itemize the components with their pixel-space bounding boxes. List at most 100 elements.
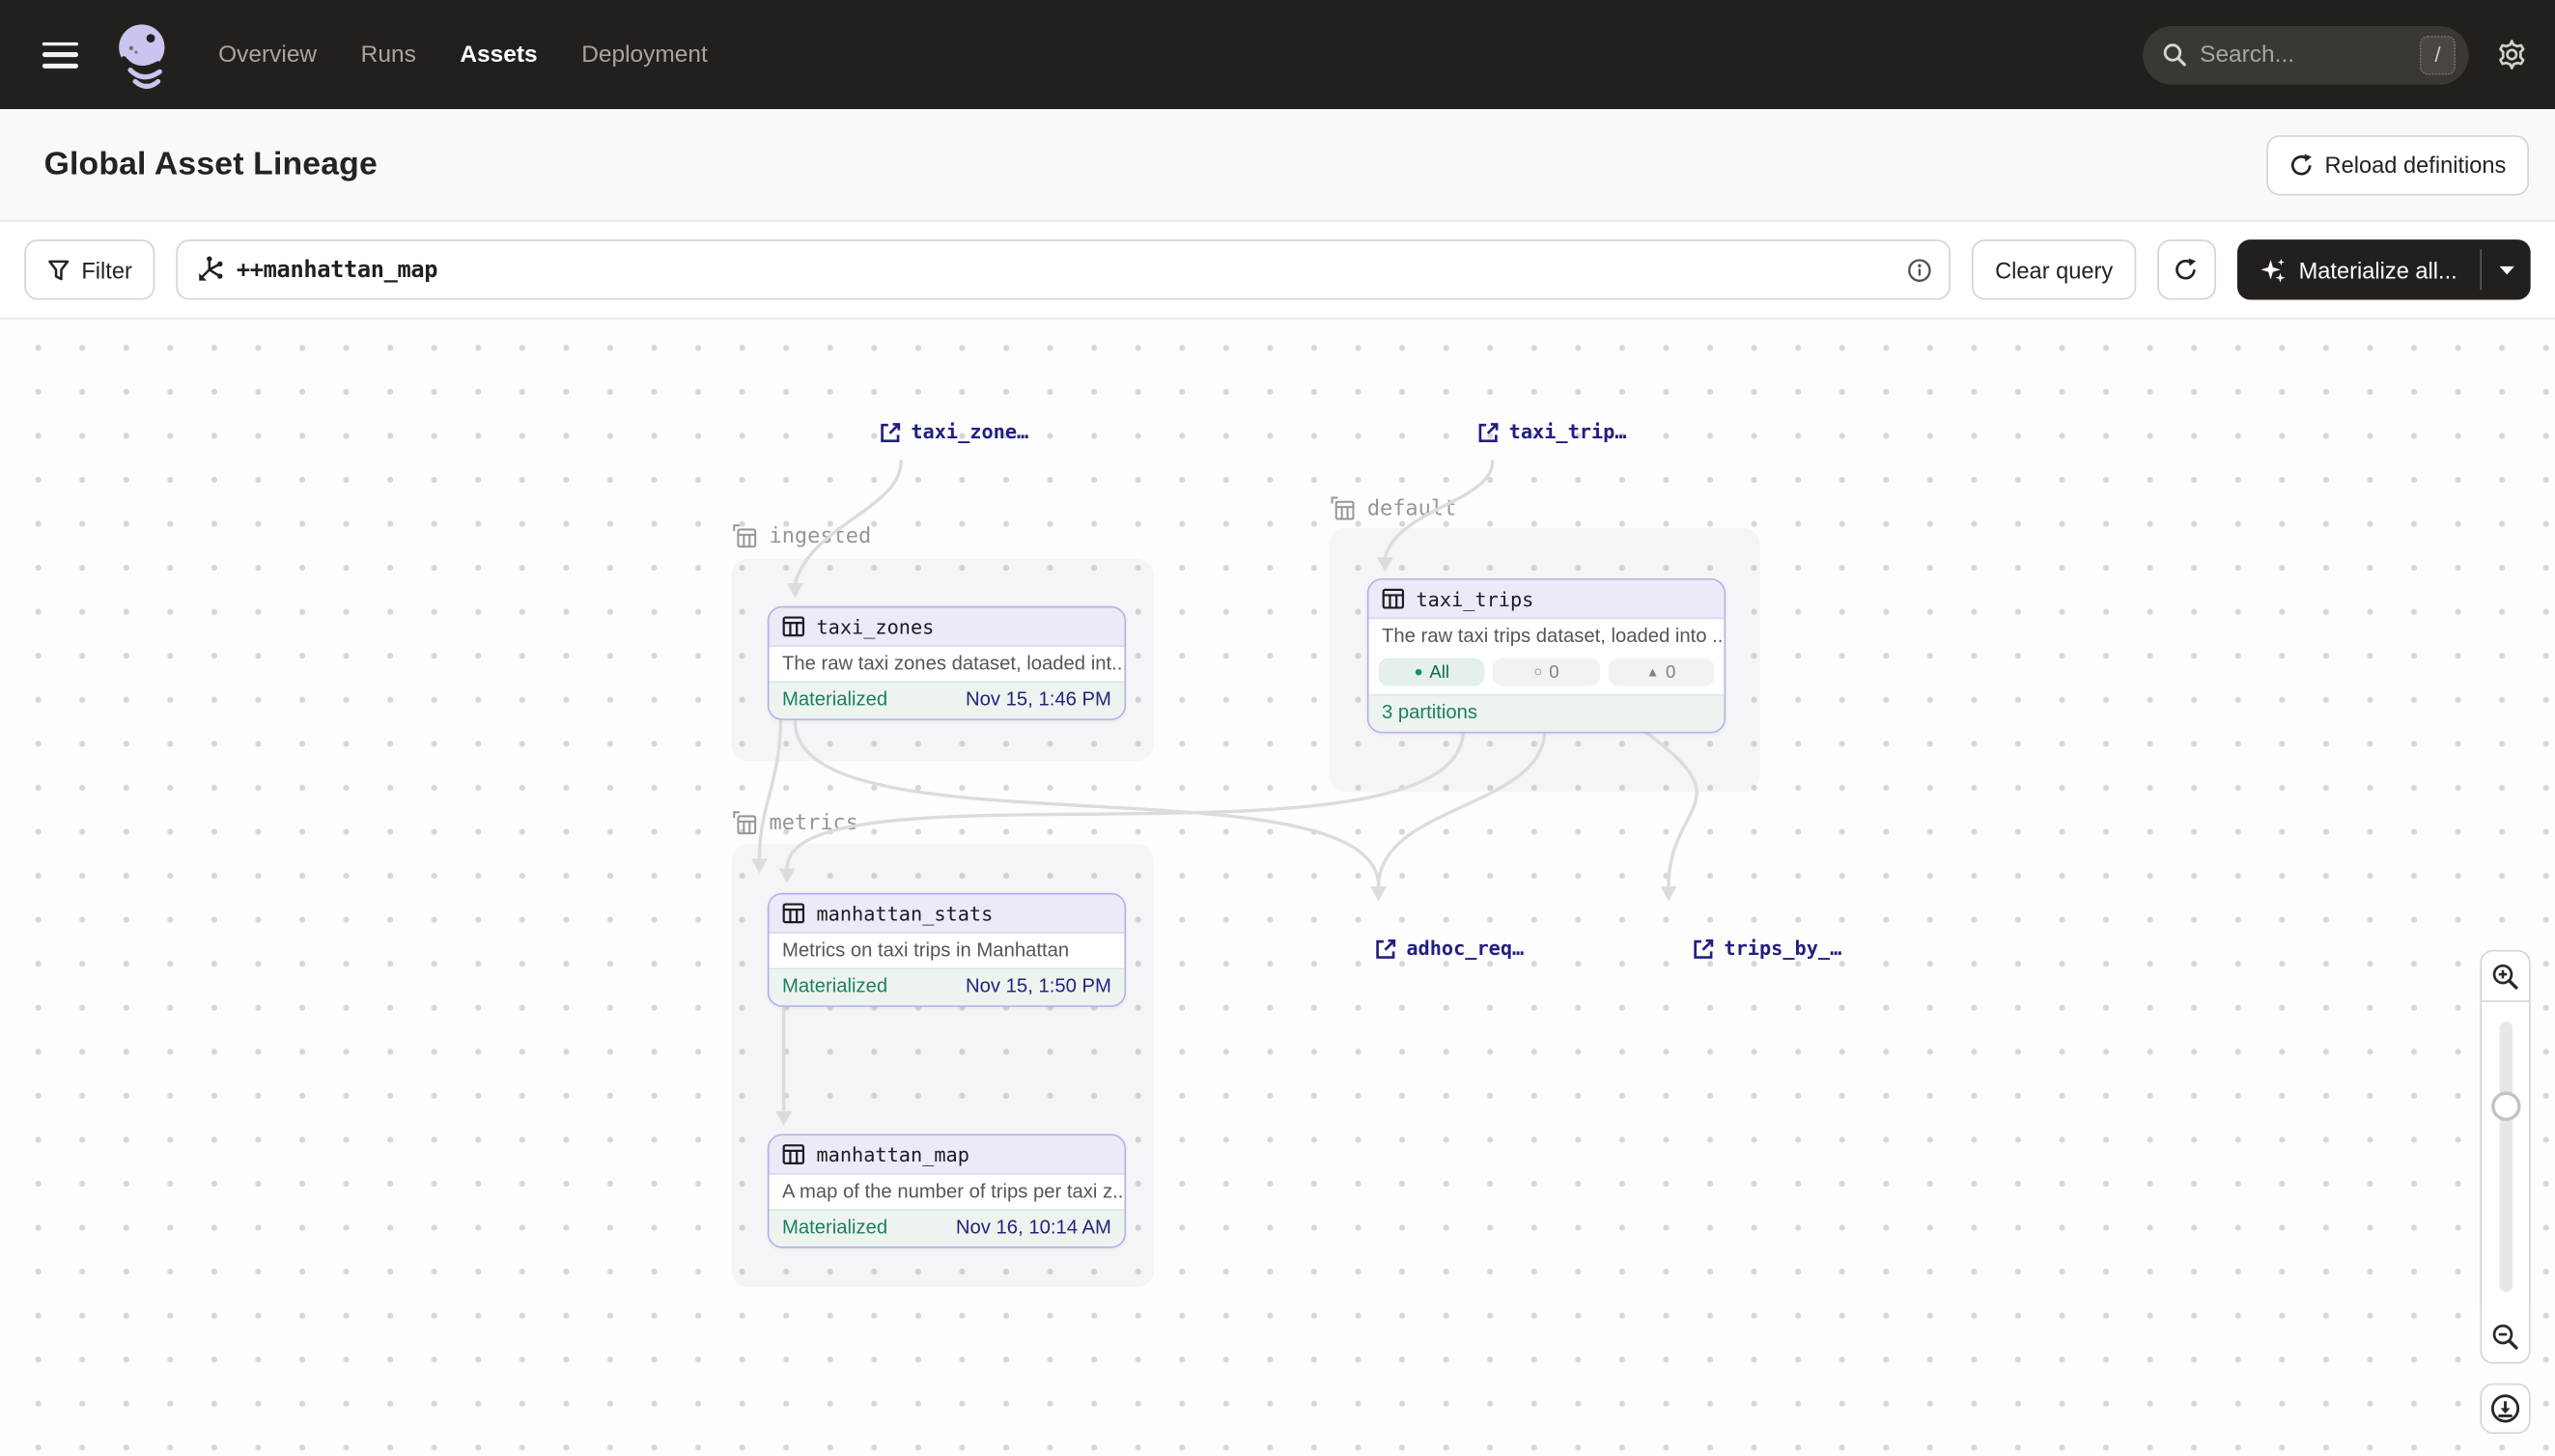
- search-input[interactable]: Search... /: [2143, 25, 2469, 84]
- materialize-dropdown-button[interactable]: [2482, 239, 2531, 299]
- group-name: ingested: [770, 524, 872, 548]
- asset-node-taxi-zones[interactable]: taxi_zones The raw taxi zones dataset, l…: [768, 606, 1126, 720]
- zoom-controls: [2480, 950, 2530, 1434]
- asset-group-icon: [732, 523, 758, 549]
- asset-node-taxi-trips[interactable]: taxi_trips The raw taxi trips dataset, l…: [1367, 578, 1726, 733]
- refresh-icon: [2175, 258, 2199, 282]
- asset-name: manhattan_map: [816, 1143, 969, 1166]
- lineage-toolbar: Filter ++manhattan_map: [0, 222, 2555, 320]
- asset-description: Metrics on taxi trips in Manhattan: [770, 934, 1125, 967]
- lineage-canvas[interactable]: ingested default metrics: [0, 320, 2555, 1456]
- partitions-failed-pill[interactable]: ▲ 0: [1608, 658, 1714, 686]
- search-placeholder: Search...: [2200, 42, 2420, 68]
- asset-name: manhattan_stats: [816, 902, 993, 925]
- dagster-logo-icon[interactable]: [111, 18, 177, 90]
- group-label-default[interactable]: default: [1330, 493, 1456, 522]
- external-asset-label: trips_by_…: [1724, 937, 1841, 960]
- menu-icon[interactable]: [42, 42, 78, 68]
- pill-label: All: [1429, 662, 1449, 682]
- zoom-in-button[interactable]: [2480, 950, 2530, 1002]
- external-asset-label: adhoc_req…: [1406, 937, 1524, 960]
- group-name: metrics: [770, 811, 858, 835]
- pill-label: 0: [1549, 662, 1558, 682]
- info-icon[interactable]: [1907, 257, 1933, 283]
- nav-item-deployment[interactable]: Deployment: [581, 42, 708, 68]
- partitions-missing-pill[interactable]: ○ 0: [1493, 658, 1599, 686]
- partitions-all-pill[interactable]: ● All: [1379, 658, 1485, 686]
- materialized-timestamp[interactable]: Nov 15, 1:50 PM: [966, 974, 1111, 998]
- primary-nav: Overview Runs Assets Deployment: [218, 42, 708, 68]
- filled-circle-icon: ●: [1414, 665, 1422, 680]
- group-name: default: [1367, 496, 1456, 520]
- partition-status-row: ● All ○ 0 ▲ 0: [1369, 654, 1725, 694]
- external-asset-trips-by-week[interactable]: trips_by_…: [1693, 937, 1841, 960]
- reload-definitions-button[interactable]: Reload definitions: [2266, 134, 2529, 194]
- partitions-count[interactable]: 3 partitions: [1382, 701, 1477, 725]
- table-icon: [782, 903, 805, 924]
- external-asset-label: taxi_trip…: [1509, 420, 1627, 443]
- zoom-slider-handle[interactable]: [2491, 1092, 2520, 1121]
- external-link-icon: [1478, 421, 1500, 442]
- search-icon: [2162, 42, 2186, 67]
- asset-group-icon: [732, 810, 758, 836]
- settings-gear-icon[interactable]: [2495, 38, 2529, 71]
- chevron-down-icon: [2499, 265, 2513, 274]
- download-icon: [2490, 1393, 2521, 1424]
- outline-circle-icon: ○: [1533, 665, 1542, 680]
- materialized-timestamp[interactable]: Nov 15, 1:46 PM: [966, 687, 1111, 712]
- filter-label: Filter: [81, 257, 132, 283]
- zoom-out-button[interactable]: [2480, 1311, 2530, 1363]
- page-header: Global Asset Lineage Reload definitions: [0, 109, 2555, 221]
- asset-node-manhattan-stats[interactable]: manhattan_stats Metrics on taxi trips in…: [768, 893, 1126, 1007]
- asset-selection-query-input[interactable]: ++manhattan_map: [176, 239, 1951, 299]
- sparkle-icon: [2260, 257, 2286, 283]
- group-label-metrics[interactable]: metrics: [732, 808, 858, 837]
- clear-query-label: Clear query: [1995, 257, 2113, 283]
- zoom-slider-track[interactable]: [2500, 1022, 2513, 1292]
- query-text: ++manhattan_map: [237, 257, 1895, 283]
- materialized-status: Materialized: [782, 974, 887, 998]
- asset-node-manhattan-map[interactable]: manhattan_map A map of the number of tri…: [768, 1134, 1126, 1248]
- materialized-timestamp[interactable]: Nov 16, 10:14 AM: [956, 1216, 1111, 1240]
- nav-right: Search... /: [2143, 25, 2529, 84]
- materialized-status: Materialized: [782, 687, 887, 712]
- materialize-all-button[interactable]: Materialize all...: [2236, 239, 2480, 299]
- refresh-icon: [2288, 153, 2313, 177]
- external-asset-taxi-trips-file[interactable]: taxi_trip…: [1478, 420, 1627, 443]
- asset-description: The raw taxi trips dataset, loaded into …: [1369, 619, 1725, 653]
- external-link-icon: [1693, 938, 1714, 959]
- refresh-graph-button[interactable]: [2157, 239, 2216, 299]
- asset-name: taxi_trips: [1416, 587, 1533, 610]
- materialize-all-label: Materialize all...: [2299, 257, 2457, 283]
- group-label-ingested[interactable]: ingested: [732, 521, 871, 550]
- funnel-icon: [47, 258, 70, 281]
- asset-description: The raw taxi zones dataset, loaded int..…: [770, 647, 1125, 681]
- lineage-edges: [0, 320, 2555, 1456]
- materialize-split-button: Materialize all...: [2236, 239, 2530, 299]
- clear-query-button[interactable]: Clear query: [1972, 239, 2135, 299]
- pill-label: 0: [1666, 662, 1675, 682]
- nav-item-overview[interactable]: Overview: [218, 42, 317, 68]
- filter-button[interactable]: Filter: [24, 239, 154, 299]
- top-nav: Overview Runs Assets Deployment Search..…: [0, 0, 2555, 109]
- nav-item-assets[interactable]: Assets: [460, 42, 537, 68]
- external-asset-label: taxi_zone…: [911, 420, 1028, 443]
- recenter-download-button[interactable]: [2480, 1384, 2530, 1434]
- zoom-in-icon: [2491, 962, 2519, 990]
- external-link-icon: [1375, 938, 1396, 959]
- table-icon: [782, 616, 805, 637]
- triangle-icon: ▲: [1646, 665, 1659, 679]
- external-link-icon: [880, 421, 901, 442]
- external-asset-taxi-zones-file[interactable]: taxi_zone…: [880, 420, 1028, 443]
- table-icon: [1382, 588, 1405, 609]
- table-icon: [782, 1144, 805, 1165]
- asset-name: taxi_zones: [816, 615, 934, 638]
- external-asset-adhoc-request[interactable]: adhoc_req…: [1375, 937, 1524, 960]
- lineage-query-icon: [196, 256, 224, 284]
- materialized-status: Materialized: [782, 1216, 887, 1240]
- reload-definitions-label: Reload definitions: [2325, 152, 2507, 178]
- zoom-out-icon: [2491, 1323, 2519, 1351]
- nav-item-runs[interactable]: Runs: [361, 42, 416, 68]
- asset-group-icon: [1330, 495, 1356, 521]
- search-shortcut-badge: /: [2420, 35, 2456, 74]
